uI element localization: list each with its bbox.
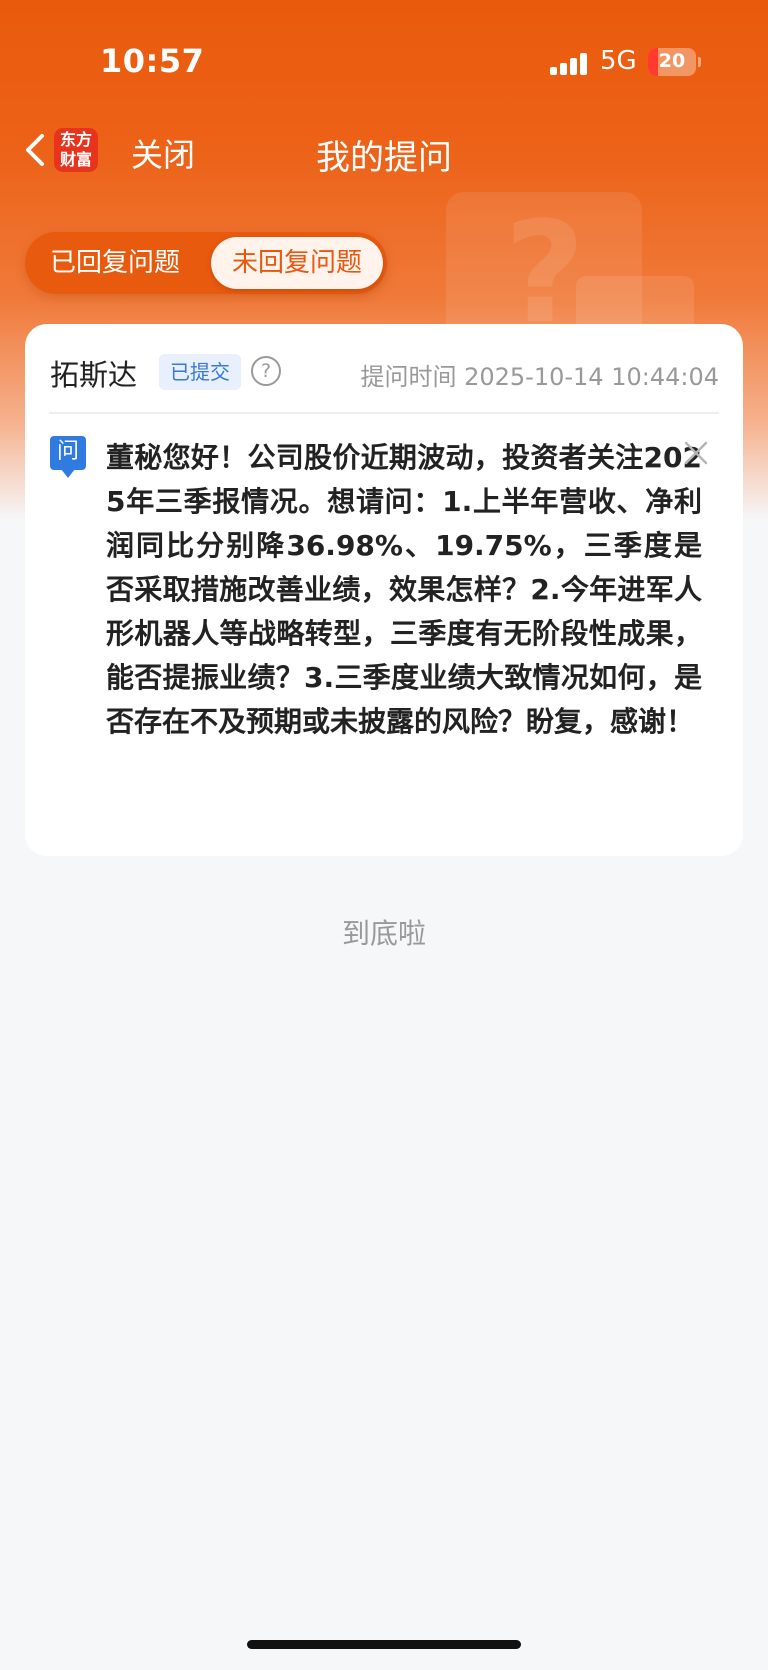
status-badge: 已提交 [159, 354, 241, 390]
question-label-icon: 问 [50, 436, 86, 478]
tab-switcher: 已回复问题 未回复问题 [25, 232, 387, 294]
question-text: 董秘您好！公司股价近期波动，投资者关注2025年三季报情况。想请问：1.上半年营… [106, 441, 702, 738]
home-indicator[interactable] [247, 1640, 521, 1649]
status-bar: 10:57 5G 20 [0, 0, 768, 120]
battery-icon: 20 [648, 48, 696, 76]
battery-percent: 20 [658, 50, 686, 72]
nav-bar: 东方 财富 关闭 我的提问 [0, 120, 768, 180]
question-card: 拓斯达 已提交 ? 提问时间 2025-10-14 10:44:04 问 董秘您… [25, 324, 743, 856]
page-title: 我的提问 [316, 138, 452, 178]
tab-unreplied[interactable]: 未回复问题 [211, 237, 383, 289]
tab-replied[interactable]: 已回复问题 [25, 232, 205, 294]
signal-icon [550, 53, 588, 75]
close-icon[interactable] [681, 438, 711, 468]
end-of-list-text: 到底啦 [341, 917, 426, 950]
battery-tip [698, 57, 701, 67]
network-type: 5G [600, 46, 637, 76]
question-time: 提问时间 2025-10-14 10:44:04 [360, 363, 719, 391]
company-name: 拓斯达 [50, 358, 138, 392]
question-circle-icon[interactable]: ? [251, 356, 281, 386]
divider [49, 412, 719, 414]
status-time: 10:57 [100, 42, 205, 80]
